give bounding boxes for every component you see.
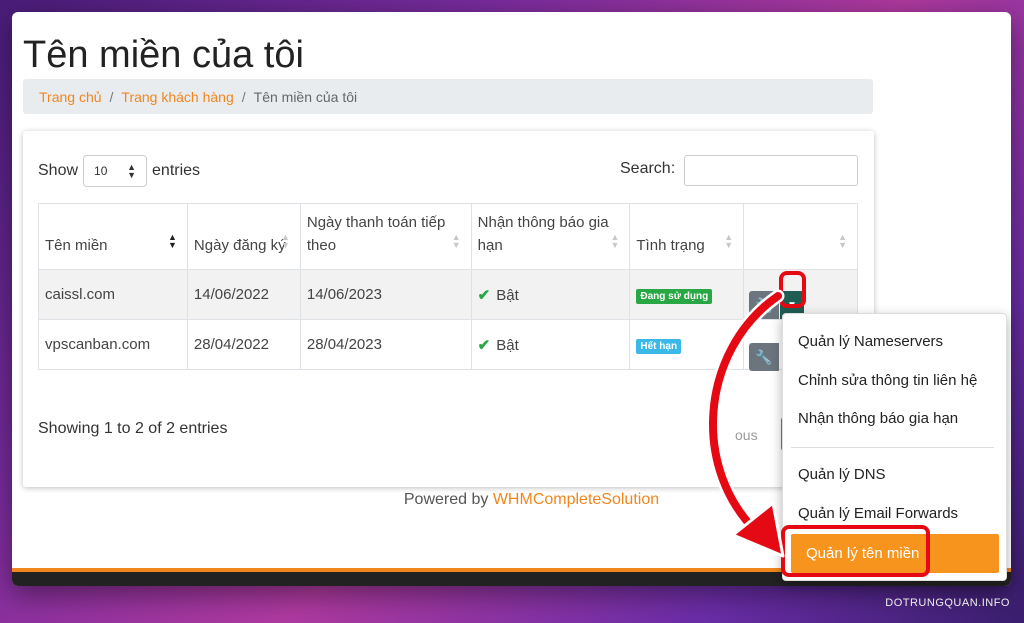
annotation-arrow-icon [706, 289, 785, 558]
watermark: DOTRUNGQUAN.INFO [885, 597, 1010, 609]
